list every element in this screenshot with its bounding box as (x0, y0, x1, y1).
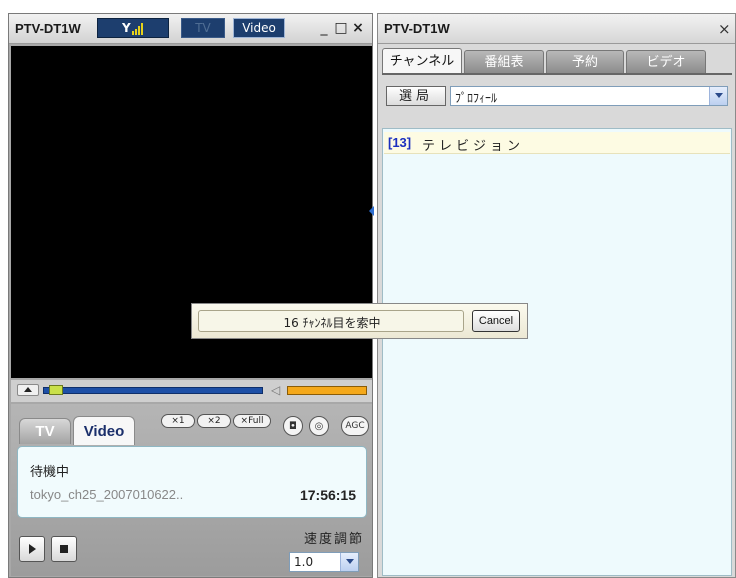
cancel-button[interactable]: Cancel (472, 310, 520, 332)
disc-icon[interactable]: ◎ (309, 416, 329, 436)
chevron-down-icon[interactable] (709, 87, 727, 105)
profile-select[interactable]: ﾌﾟﾛﾌｨｰﾙ (450, 86, 728, 106)
tab-program-guide[interactable]: 番組表 (464, 50, 544, 74)
tab-video[interactable]: ビデオ (626, 50, 706, 74)
tab-divider (382, 73, 732, 75)
select-station-button[interactable]: 選局 (386, 86, 446, 106)
maximize-button[interactable]: □ (334, 20, 348, 36)
epg-window: PTV-DT1W × チャンネル 番組表 予約 ビデオ 選局 ﾌﾟﾛﾌｨｰﾙ [… (377, 13, 736, 578)
control-panel: TV Video ×1 ×2 ×Full ◘ ◎ AGC 待機中 tokyo_c… (11, 404, 372, 576)
close-button[interactable]: × (351, 20, 365, 36)
player-window: PTV-DT1W Y TV Video _ □ × ◁ TV Video ×1 … (8, 13, 374, 578)
tab-channel[interactable]: チャンネル (382, 48, 462, 74)
tab-video[interactable]: Video (73, 416, 135, 445)
channel-name: テレビジョン (422, 139, 525, 154)
scan-progress-field: 16 ﾁｬﾝﾈﾙ目を索中 (198, 310, 464, 332)
seek-knob[interactable] (49, 385, 63, 395)
mode-tv-button[interactable]: TV (181, 18, 225, 38)
signal-indicator: Y (97, 18, 169, 38)
stop-button[interactable] (51, 536, 77, 562)
profile-value: ﾌﾟﾛﾌｨｰﾙ (455, 91, 498, 105)
minimize-button[interactable]: _ (317, 20, 331, 36)
close-icon[interactable]: × (718, 20, 731, 38)
scan-dialog: 16 ﾁｬﾝﾈﾙ目を索中 Cancel (191, 303, 528, 339)
speed-full-button[interactable]: ×Full (233, 414, 271, 428)
scan-message: 16 ﾁｬﾝﾈﾙ目を索中 (283, 316, 381, 330)
seek-track[interactable] (43, 387, 263, 394)
time-display: 17:56:15 (299, 487, 356, 503)
chevron-down-icon[interactable] (340, 553, 358, 571)
status-text: 待機中 (30, 465, 70, 480)
mode-video-button[interactable]: Video (233, 18, 285, 38)
channel-number: [13] (388, 135, 412, 150)
channel-list[interactable]: [13] テレビジョン (382, 128, 732, 576)
file-name: tokyo_ch25_2007010622.. (30, 487, 184, 502)
tab-reservation[interactable]: 予約 (546, 50, 624, 74)
status-box: 待機中 tokyo_ch25_2007010622.. 17:56:15 (17, 446, 367, 518)
volume-slider[interactable] (287, 386, 367, 395)
expand-panel-icon[interactable] (369, 206, 374, 216)
player-title-bar[interactable]: PTV-DT1W Y TV Video _ □ × (9, 14, 372, 44)
eject-icon[interactable] (17, 384, 39, 396)
tab-tv[interactable]: TV (19, 418, 71, 444)
agc-button[interactable]: AGC (341, 416, 369, 436)
speaker-icon[interactable]: ◁ (271, 383, 280, 397)
speed-label: 速度調節 (303, 532, 364, 547)
speed-select[interactable]: 1.0 (289, 552, 359, 572)
antenna-signal-icon: Y (122, 21, 131, 35)
seek-bar-row: ◁ (11, 380, 372, 402)
speed-x2-button[interactable]: ×2 (197, 414, 231, 428)
list-item[interactable]: [13] テレビジョン (384, 132, 730, 154)
player-title: PTV-DT1W (15, 21, 81, 36)
speed-value: 1.0 (294, 555, 314, 569)
play-button[interactable] (19, 536, 45, 562)
signal-bars-icon (132, 23, 146, 35)
speed-x1-button[interactable]: ×1 (161, 414, 195, 428)
epg-title-bar[interactable]: PTV-DT1W × (378, 14, 735, 44)
camera-icon[interactable]: ◘ (283, 416, 303, 436)
epg-title: PTV-DT1W (384, 21, 450, 36)
